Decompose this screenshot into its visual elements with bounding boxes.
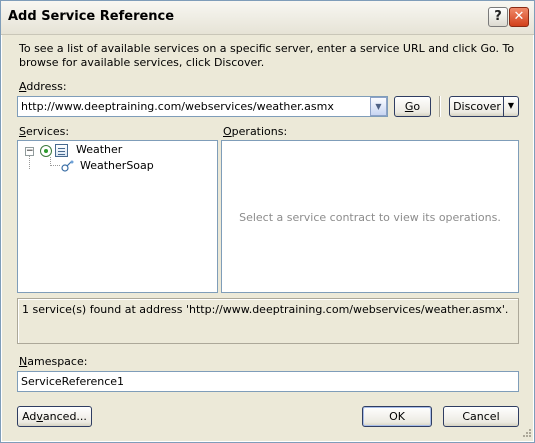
go-button[interactable]: Go <box>394 96 431 117</box>
namespace-label-mnemonic: N <box>19 355 28 368</box>
services-label: Services: <box>19 125 69 138</box>
add-service-reference-dialog: Add Service Reference ? ✕ To see a list … <box>0 0 535 443</box>
contract-icon <box>61 160 74 172</box>
discover-button[interactable]: Discover <box>450 97 504 116</box>
namespace-input-value[interactable]: ServiceReference1 <box>21 375 124 388</box>
instructions-text: To see a list of available services on a… <box>19 42 515 69</box>
status-message: 1 service(s) found at address 'http://ww… <box>22 303 509 316</box>
address-combobox[interactable]: http://www.deeptraining.com/webservices/… <box>17 96 388 117</box>
operations-label-mnemonic: O <box>223 125 232 138</box>
title-bar[interactable]: Add Service Reference ? ✕ <box>1 1 534 35</box>
tree-item-label: WeatherSoap <box>80 159 154 172</box>
namespace-input[interactable]: ServiceReference1 <box>17 371 519 392</box>
ok-button[interactable]: OK <box>362 406 432 427</box>
address-input-value[interactable]: http://www.deeptraining.com/webservices/… <box>21 100 334 113</box>
address-label: Address: <box>19 80 67 93</box>
ok-label: OK <box>389 410 405 423</box>
advanced-label-before: Ad <box>22 410 37 423</box>
cancel-label: Cancel <box>462 410 500 423</box>
toolbar-separator <box>439 96 441 117</box>
dialog-title: Add Service Reference <box>8 9 175 24</box>
help-icon: ? <box>494 9 502 24</box>
web-service-icon <box>55 144 68 157</box>
services-label-mnemonic: S <box>19 125 26 138</box>
cancel-button[interactable]: Cancel <box>443 406 519 427</box>
address-dropdown-button[interactable]: ▼ <box>370 97 387 116</box>
advanced-label-after: anced... <box>42 410 87 423</box>
operations-label: Operations: <box>223 125 287 138</box>
close-icon: ✕ <box>513 9 525 24</box>
help-button[interactable]: ? <box>488 7 508 27</box>
chevron-down-icon: ▼ <box>507 101 515 110</box>
advanced-button[interactable]: Advanced... <box>17 406 92 427</box>
tree-item-weathersoap[interactable]: WeatherSoap <box>18 158 217 174</box>
discover-dropdown-button[interactable]: ▼ <box>503 97 518 116</box>
collapse-icon[interactable]: − <box>25 147 34 156</box>
namespace-label: Namespace: <box>19 355 87 368</box>
operations-placeholder: Select a service contract to view its op… <box>239 211 501 224</box>
tree-item-label: Weather <box>76 143 123 156</box>
tree-item-weather[interactable]: − Weather <box>18 142 217 158</box>
operations-list[interactable]: Select a service contract to view its op… <box>221 140 519 293</box>
resize-grip-icon[interactable] <box>521 429 532 440</box>
close-button[interactable]: ✕ <box>509 7 529 27</box>
operations-label-text: perations: <box>231 125 288 138</box>
services-tree[interactable]: − Weather WeatherSoap <box>17 140 218 293</box>
chevron-down-icon: ▼ <box>375 102 382 111</box>
go-button-label: o <box>413 100 421 113</box>
discover-split-button[interactable]: Discover ▼ <box>449 96 519 117</box>
namespace-label-text: amespace: <box>27 355 88 368</box>
service-icon <box>40 145 52 157</box>
address-label-text: ddress: <box>26 80 67 93</box>
status-panel: 1 service(s) found at address 'http://ww… <box>17 298 519 344</box>
services-label-text: ervices: <box>25 125 70 138</box>
